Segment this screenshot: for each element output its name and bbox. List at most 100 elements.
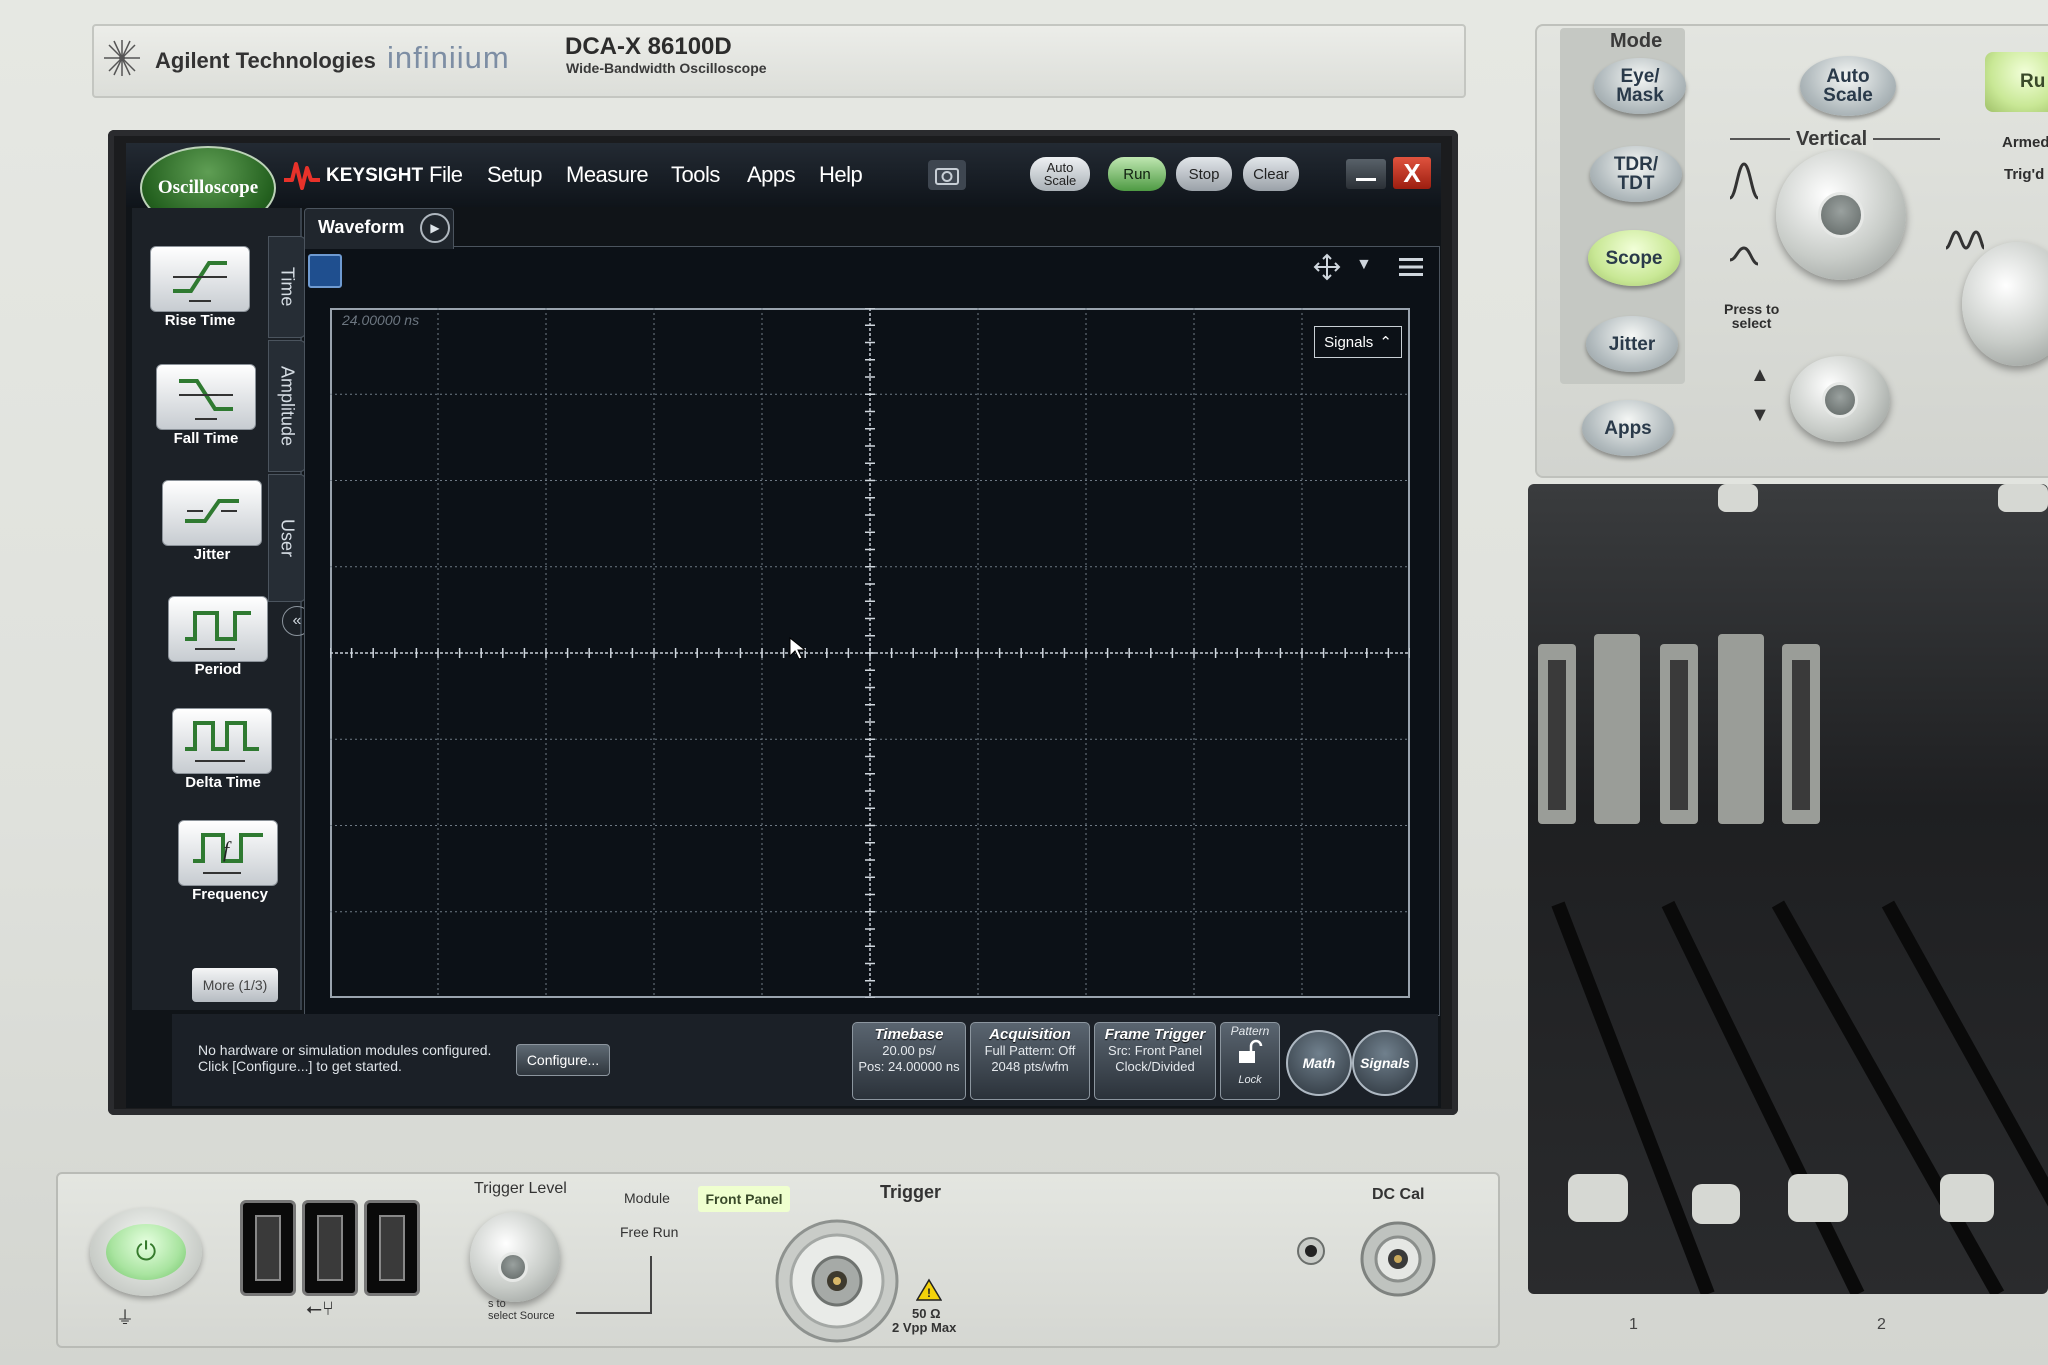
menu-help[interactable]: Help [819,162,863,188]
hardware-run-button[interactable]: Ru [1985,52,2048,112]
frequency-icon: f [193,833,263,874]
acquisition-pattern: Full Pattern: Off [984,1043,1076,1058]
signals-button[interactable]: Signals [1352,1030,1418,1096]
rise-time-label: Rise Time [164,312,236,329]
rise-time-button[interactable] [150,246,250,312]
menu-file[interactable]: File [429,162,463,188]
waveform-play-button[interactable]: ▶ [420,213,450,243]
frame-trigger-title: Frame Trigger [1104,1026,1206,1043]
vertical-offset-knob[interactable] [1790,356,1890,442]
pattern-title: Pattern [1230,1024,1270,1038]
scope-mode-button[interactable]: Scope [1588,230,1680,286]
hamburger-menu-icon[interactable] [1397,254,1425,280]
frame-trigger-mode: Clock/Divided [1115,1059,1195,1074]
timebase-card[interactable]: Timebase 20.00 ps/ Pos: 24.00000 ns [852,1022,966,1100]
signals-toggle[interactable]: Signals ⌃ [1314,326,1402,358]
pattern-lock-label: Lock [1238,1074,1262,1086]
power-button[interactable]: ⏻ [106,1224,186,1280]
status-message-line2: Click [Configure...] to get started. [198,1058,402,1074]
source-bracket-v [650,1256,652,1314]
press-to-select-label: Press to select [1724,301,1780,331]
delta-time-button[interactable] [172,708,272,774]
status-message: No hardware or simulation modules config… [198,1042,491,1074]
free-run-label: Free Run [620,1224,679,1240]
move-icon[interactable] [1312,252,1342,282]
vertical-scale-knob[interactable] [1776,150,1906,280]
usb-port-2[interactable] [302,1200,358,1296]
warning-icon: ! [916,1278,942,1301]
module-source-label: Module [624,1190,670,1206]
mode-title: Mode [1610,30,1663,52]
agilent-spark-logo [104,40,140,76]
menu-measure[interactable]: Measure [566,162,649,188]
screenshot-camera-button[interactable] [928,160,966,190]
menu-tools[interactable]: Tools [671,162,720,188]
frequency-button[interactable]: f [178,820,278,886]
period-button[interactable] [168,596,268,662]
run-button[interactable]: Run [1108,157,1166,191]
brand-name: Agilent Technologies [155,48,376,73]
jitter-label: Jitter [193,546,231,563]
svg-text:f: f [223,837,232,862]
status-message-line1: No hardware or simulation modules config… [198,1042,492,1058]
vertical-offset-wave-icon [1729,246,1759,266]
frequency-label: Frequency [192,886,268,903]
max-voltage-label: 2 Vpp Max [892,1320,957,1335]
configure-button[interactable]: Configure... [516,1044,610,1076]
signals-toggle-label: Signals [1324,333,1374,351]
acquisition-card[interactable]: Acquisition Full Pattern: Off 2048 pts/w… [970,1022,1090,1100]
timebase-title: Timebase [874,1026,944,1043]
frame-trigger-card[interactable]: Frame Trigger Src: Front Panel Clock/Div… [1094,1022,1216,1100]
tab-amplitude[interactable]: Amplitude [268,340,306,472]
minimize-button[interactable] [1346,159,1386,189]
svg-text:!: ! [927,1286,931,1300]
waveform-graticule[interactable] [329,307,1411,999]
clear-button[interactable]: Clear [1243,157,1299,191]
mouse-pointer-icon [789,636,807,660]
waveform-tab-label: Waveform [318,217,405,237]
tab-time[interactable]: Time [268,236,306,338]
waveform-color-swatch[interactable] [308,254,342,288]
stop-button[interactable]: Stop [1176,157,1232,191]
pattern-lock-card[interactable]: Pattern Lock [1220,1022,1280,1100]
timebase-position: Pos: 24.00000 ns [858,1059,960,1074]
select-source-label: s to select Source [488,1298,555,1322]
tdr-tdt-mode-button[interactable]: TDR/ TDT [1590,146,1682,202]
trigger-input-connector[interactable] [772,1196,902,1346]
apps-mode-button[interactable]: Apps [1582,400,1674,456]
usb-port-3[interactable] [364,1200,420,1296]
module-bay-slots [1528,484,2048,1298]
menu-apps[interactable]: Apps [747,162,796,188]
product-line: infiniium [387,40,510,75]
vertical-title: Vertical [1790,128,1874,151]
hardware-autoscale-button[interactable]: Auto Scale [1800,56,1896,116]
knob-center [498,1252,528,1282]
period-icon [185,611,251,650]
close-button[interactable]: X [1393,157,1431,189]
chevron-up-icon: ⌃ [1379,334,1392,351]
usb-icon: ⭠⑂ [306,1298,334,1320]
math-button[interactable]: Math [1286,1030,1352,1096]
eye-mask-mode-button[interactable]: Eye/ Mask [1594,58,1686,114]
vertical-scale-wave-icon [1729,162,1759,200]
frame-trigger-source: Src: Front Panel [1108,1043,1202,1058]
slot-number-1: 1 [1629,1316,1638,1333]
fall-time-label: Fall Time [173,430,239,447]
acquisition-title: Acquisition [989,1026,1071,1043]
fall-time-icon [179,379,233,420]
jitter-button[interactable] [162,480,262,546]
more-measurements-button[interactable]: More (1/3) [192,968,278,1002]
chevron-down-icon[interactable]: ▼ [1356,256,1372,274]
tab-user[interactable]: User [268,474,306,602]
autoscale-button[interactable]: Auto Scale [1030,157,1090,191]
dc-cal-bnc-connector[interactable] [1358,1214,1438,1304]
delta-time-icon [185,721,259,762]
usb-port-1[interactable] [240,1200,296,1296]
trigger-level-label: Trigger Level [474,1180,567,1197]
acquisition-points: 2048 pts/wfm [991,1059,1069,1074]
jitter-mode-button[interactable]: Jitter [1586,316,1678,372]
double-chevron-left-icon: « [292,612,302,629]
fall-time-button[interactable] [156,364,256,430]
trigger-level-knob[interactable] [470,1212,560,1302]
menu-setup[interactable]: Setup [487,162,543,188]
